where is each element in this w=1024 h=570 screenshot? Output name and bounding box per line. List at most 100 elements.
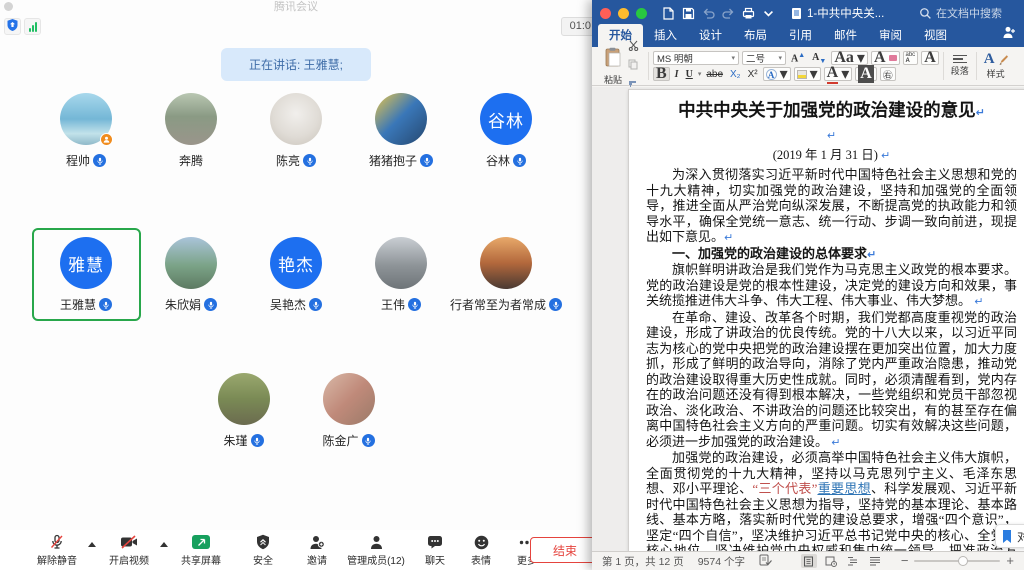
link-important-thought[interactable]: 重要思想 <box>817 481 871 496</box>
meeting-security-button[interactable] <box>4 18 21 35</box>
underline-button[interactable]: U <box>684 69 695 80</box>
tab-design[interactable]: 设计 <box>688 24 733 47</box>
page-indicator[interactable]: 第 1 页，共 12 页 <box>602 554 684 569</box>
proofing-status-icon[interactable] <box>759 554 772 569</box>
word-window: 1-中共中央关... 在文档中搜索 开始 插入 设计 布局 引用 邮件 审阅 视… <box>592 0 1024 570</box>
cut-button[interactable] <box>628 38 644 56</box>
maximize-window-icon[interactable] <box>636 8 647 19</box>
document-area[interactable]: 中共中央关于加强党的政治建设的意见↵ ↵ (2019 年 1 月 31 日) ↵… <box>592 87 1024 551</box>
font-color-button[interactable]: A▾ <box>824 67 853 81</box>
participant-tile[interactable]: 朱欣娟 <box>139 230 244 319</box>
print-icon[interactable] <box>742 5 755 21</box>
zoom-control: − + <box>901 556 1014 566</box>
enclose-characters-button[interactable]: ㊨ <box>880 67 896 81</box>
save-icon[interactable] <box>682 5 695 21</box>
emoji-button[interactable]: 表情 <box>458 530 504 570</box>
word-count[interactable]: 9574 个字 <box>698 554 745 569</box>
new-document-icon[interactable] <box>662 5 675 21</box>
participant-tile[interactable]: 行者常至为者常成 <box>454 230 559 319</box>
redo-icon[interactable] <box>722 5 735 21</box>
video-options-caret[interactable] <box>160 542 168 547</box>
tab-insert[interactable]: 插入 <box>643 24 688 47</box>
participant-tile[interactable]: 谷林 谷林 <box>454 86 559 175</box>
window-control-icon[interactable] <box>4 2 13 11</box>
draft-view-button[interactable] <box>867 554 883 568</box>
end-meeting-button[interactable]: 结束 <box>530 537 600 563</box>
web-layout-view-button[interactable] <box>823 554 839 568</box>
participant-tile[interactable]: 奔腾 <box>139 86 244 175</box>
participant-tile[interactable]: 陈金广 <box>296 366 401 455</box>
participant-tile-active-speaker[interactable]: 雅慧 王雅慧 <box>34 230 139 319</box>
participant-tile[interactable]: 猪猪抱子 <box>349 86 454 175</box>
mic-status-icon <box>408 298 421 311</box>
share-person-icon[interactable] <box>1002 26 1016 47</box>
participant-tile[interactable]: 朱瑾 <box>191 366 296 455</box>
highlight-button[interactable]: ▾ <box>794 67 821 81</box>
participant-tile[interactable]: 陈亮 <box>244 86 349 175</box>
paragraph-group-button[interactable]: 段落 <box>948 49 972 83</box>
tab-references[interactable]: 引用 <box>778 24 823 47</box>
zoom-out-button[interactable]: − <box>901 556 909 566</box>
participant-tile[interactable]: 艳杰 吴艳杰 <box>244 230 349 319</box>
paragraph-2: 旗帜鲜明讲政治是我们党作为马克思主义政党的根本要求。党的政治建设是党的根本性建设… <box>646 262 1017 310</box>
character-border-button[interactable]: A <box>921 51 939 65</box>
tab-view[interactable]: 视图 <box>913 24 958 47</box>
subscript-button[interactable]: X₂ <box>728 69 743 80</box>
bold-button[interactable]: B <box>653 67 670 81</box>
security-button[interactable]: 安全 <box>232 530 294 570</box>
zoom-in-button[interactable]: + <box>1006 556 1014 566</box>
undo-icon[interactable] <box>702 5 715 21</box>
tab-mailings[interactable]: 邮件 <box>823 24 868 47</box>
manage-members-button[interactable]: 管理成员(12) <box>340 530 412 570</box>
tab-review[interactable]: 审阅 <box>868 24 913 47</box>
phonetic-guide-button[interactable]: abcA <box>903 51 919 65</box>
participant-row-1: 程帅 奔腾 陈亮 猪猪抱子 <box>0 86 592 175</box>
unmute-button[interactable]: 解除静音 <box>26 530 88 570</box>
avatar <box>165 237 217 289</box>
share-screen-button[interactable]: 共享屏幕 <box>170 530 232 570</box>
document-date: (2019 年 1 月 31 日) ↵ <box>646 146 1017 165</box>
link-three-represents[interactable]: “三个代表” <box>752 481 817 496</box>
close-window-icon[interactable] <box>600 8 611 19</box>
participant-tile[interactable]: 王伟 <box>349 230 454 319</box>
print-layout-view-button[interactable] <box>801 554 817 568</box>
invite-button[interactable]: 邀请 <box>294 530 340 570</box>
change-case-button[interactable]: Aa▾ <box>831 51 868 65</box>
smart-lookup-popup[interactable]: 对 <box>995 524 1024 548</box>
zoom-slider-knob[interactable] <box>958 556 968 566</box>
mic-status-icon <box>549 298 562 311</box>
toolbar-options-caret-icon[interactable] <box>762 5 775 21</box>
mic-status-icon <box>251 434 264 447</box>
underline-caret[interactable]: ▾ <box>698 70 702 78</box>
minimize-window-icon[interactable] <box>618 8 629 19</box>
participant-tile[interactable]: 程帅 <box>34 86 139 175</box>
participant-row-3: 朱瑾 陈金广 <box>0 366 592 455</box>
superscript-button[interactable]: X² <box>746 69 760 80</box>
styles-group-button[interactable]: A 样式 <box>981 49 1011 83</box>
participant-row-2: 雅慧 王雅慧 朱欣娟 艳杰 吴艳杰 <box>0 230 592 319</box>
italic-button[interactable]: I <box>673 69 681 80</box>
paste-button[interactable]: 粘贴 <box>598 49 628 83</box>
strikethrough-button[interactable]: abe <box>704 69 725 80</box>
font-size-select[interactable]: 二号▾ <box>742 51 786 65</box>
invite-person-icon <box>309 533 325 551</box>
clear-formatting-button[interactable]: A <box>871 51 900 65</box>
avatar-initials: 谷林 <box>480 93 532 145</box>
search-field[interactable]: 在文档中搜索 <box>919 5 1002 21</box>
copy-button[interactable] <box>628 57 644 75</box>
tab-layout[interactable]: 布局 <box>733 24 778 47</box>
mic-status-icon <box>420 154 433 167</box>
participant-name: 吴艳杰 <box>270 296 306 313</box>
font-name-select[interactable]: MS 明朝▾ <box>653 51 739 65</box>
speaking-banner: 正在讲话: 王雅慧; <box>221 48 371 81</box>
shrink-font-button[interactable]: A▼ <box>810 52 828 65</box>
text-effects-button[interactable]: A▾ <box>763 67 791 81</box>
start-video-button[interactable]: 开启视频 <box>98 530 160 570</box>
mic-options-caret[interactable] <box>88 542 96 547</box>
zoom-slider[interactable] <box>914 560 1000 562</box>
outline-view-button[interactable] <box>845 554 861 568</box>
network-signal-button[interactable] <box>24 18 41 35</box>
grow-font-button[interactable]: A▲ <box>789 52 807 64</box>
character-shading-button[interactable]: A <box>855 67 877 81</box>
chat-button[interactable]: 聊天 <box>412 530 458 570</box>
